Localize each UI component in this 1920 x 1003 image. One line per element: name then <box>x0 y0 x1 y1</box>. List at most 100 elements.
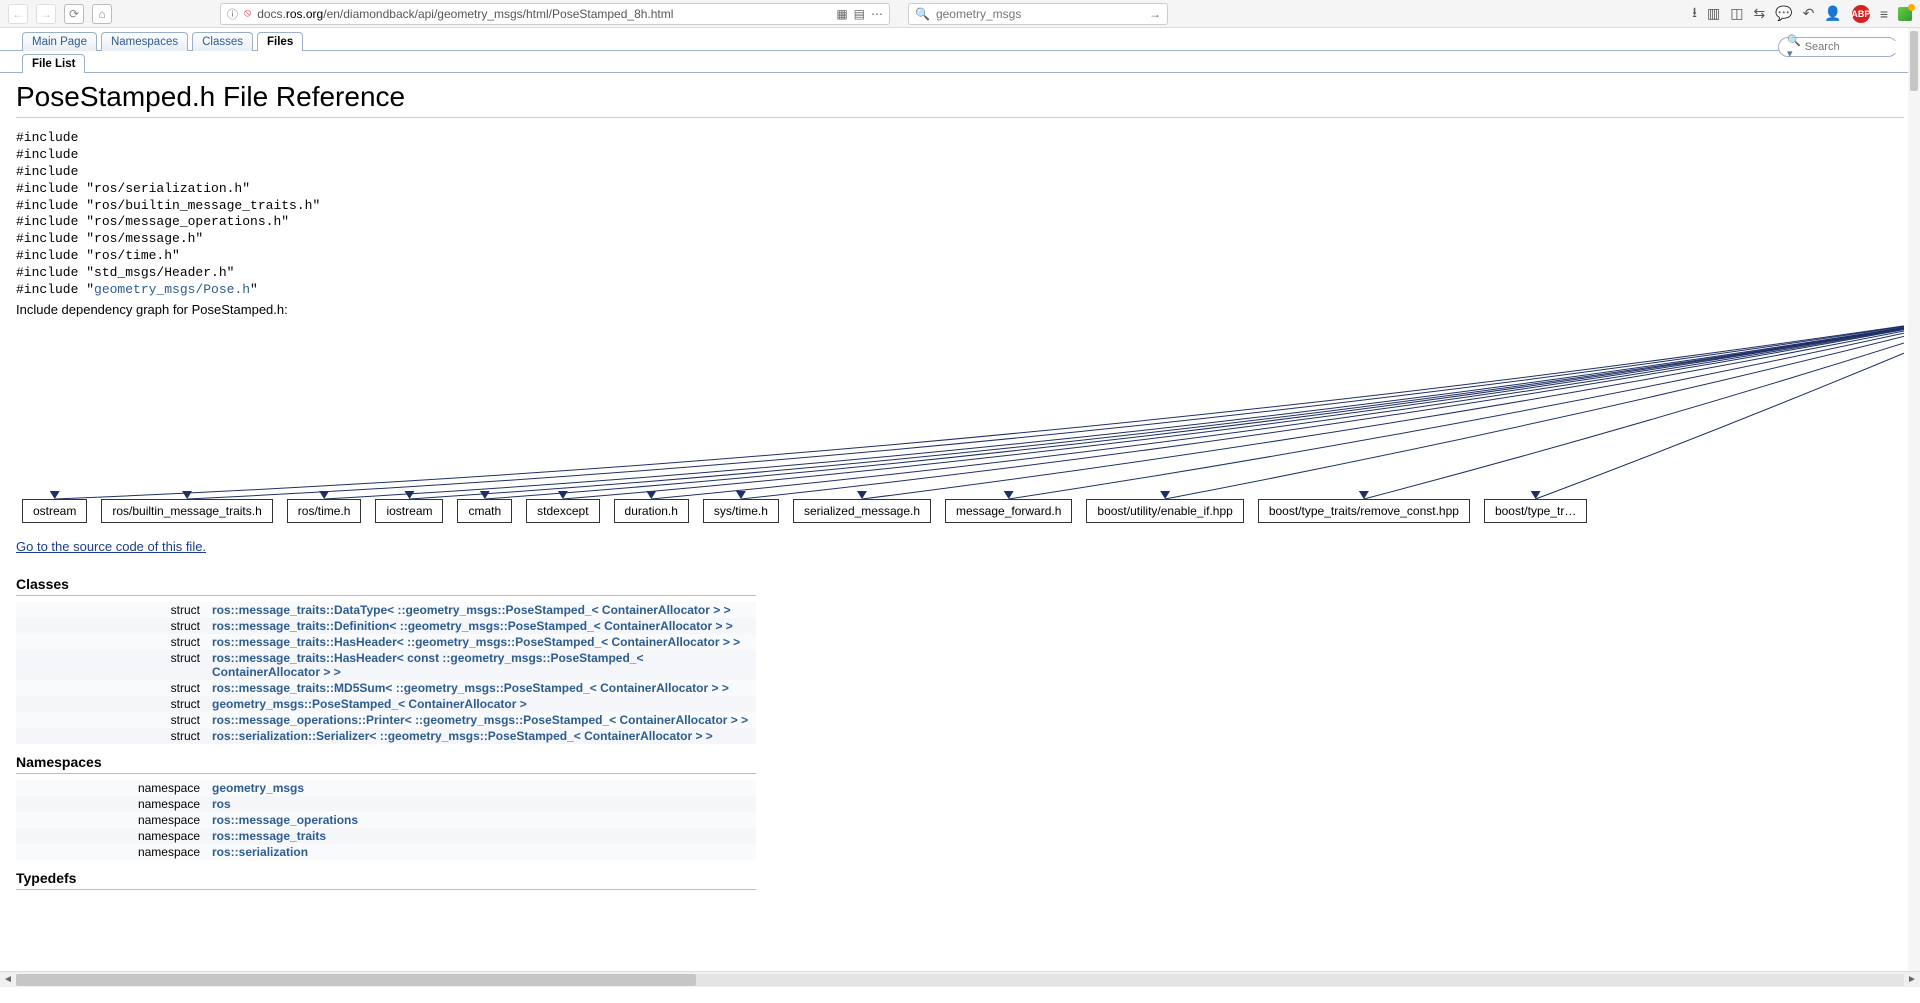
row-kind: struct <box>16 728 206 744</box>
qr-icon[interactable]: ▦ <box>836 7 847 21</box>
row-kind: struct <box>16 650 206 680</box>
dep-node: serialized_message.h <box>793 499 931 523</box>
row-kind: namespace <box>16 796 206 812</box>
row-kind: struct <box>16 680 206 696</box>
content: Main PageNamespacesClassesFiles 🔍▾ File … <box>0 32 1920 890</box>
home-button[interactable]: ⌂ <box>92 4 112 24</box>
more-icon[interactable]: ⋯ <box>871 7 883 21</box>
undo-icon[interactable]: ↶ <box>1803 5 1815 22</box>
reader-icon[interactable]: ▤ <box>854 7 865 21</box>
blocked-icon: ⦸ <box>244 7 251 20</box>
table-row: struct ros::serialization::Serializer< ::… <box>16 728 756 744</box>
forward-button[interactable]: → <box>36 4 56 24</box>
sidebar-icon[interactable]: ◫ <box>1730 5 1743 22</box>
scroll-thumb[interactable] <box>16 974 696 986</box>
row-link[interactable]: ros::serialization <box>212 845 308 859</box>
tab-classes[interactable]: Classes <box>192 32 253 51</box>
dep-node: boost/utility/enable_if.hpp <box>1086 499 1243 523</box>
doc-search[interactable]: 🔍▾ <box>1778 37 1898 57</box>
browser-toolbar: ← → ⟳ ⌂ ⓘ ⦸ docs.ros.org/en/diamondback/… <box>0 0 1920 28</box>
row-link[interactable]: ros::serialization::Serializer< ::geomet… <box>212 729 713 743</box>
table-row: structros::message_traits::HasHeader< co… <box>16 650 756 680</box>
row-kind: namespace <box>16 812 206 828</box>
table-row: struct ros::message_operations::Printer< … <box>16 712 756 728</box>
row-link[interactable]: ros <box>212 797 231 811</box>
dependency-graph: ostreamros/builtin_message_traits.hros/t… <box>16 321 1904 531</box>
typedefs-heading: Typedefs <box>16 870 756 890</box>
row-link[interactable]: ros::message_traits::DataType< ::geometr… <box>212 603 731 617</box>
horizontal-scrollbar[interactable]: ◄ ► <box>0 971 1920 987</box>
row-link[interactable]: ros::message_traits <box>212 829 326 843</box>
tabs-sub: File List <box>22 54 1920 73</box>
abp-icon[interactable]: ABP <box>1852 5 1870 23</box>
table-row: namespace ros::message_operations <box>16 812 756 828</box>
dep-node: duration.h <box>614 499 689 523</box>
includes-block: #include #include #include #include "ros… <box>16 130 1904 299</box>
browser-search[interactable]: 🔍 → <box>908 3 1168 25</box>
search-icon: 🔍▾ <box>1787 34 1801 60</box>
tab-main-page[interactable]: Main Page <box>22 32 97 51</box>
dep-node: sys/time.h <box>703 499 779 523</box>
row-link[interactable]: geometry_msgs <box>212 781 304 795</box>
row-link[interactable]: ros::message_traits::MD5Sum< ::geometry_… <box>212 681 729 695</box>
tab-files[interactable]: Files <box>257 32 303 51</box>
vertical-scrollbar[interactable] <box>1908 28 1920 971</box>
row-kind: namespace <box>16 828 206 844</box>
download-icon[interactable]: ⭳ <box>1692 2 1697 26</box>
shield-icon: ⓘ <box>227 6 238 22</box>
table-row: namespace ros::serialization <box>16 844 756 860</box>
row-link[interactable]: geometry_msgs::PoseStamped_< ContainerAl… <box>212 697 527 711</box>
row-kind: namespace <box>16 844 206 860</box>
namespaces-heading: Namespaces <box>16 754 756 774</box>
row-link[interactable]: ros::message_traits::Definition< ::geome… <box>212 619 733 633</box>
row-kind: struct <box>16 618 206 634</box>
library-icon[interactable]: ▥ <box>1707 5 1720 22</box>
go-icon[interactable]: → <box>1149 7 1161 21</box>
row-link[interactable]: ros::message_operations::Printer< ::geom… <box>212 713 748 727</box>
include-link[interactable]: geometry_msgs/Pose.h <box>94 282 250 297</box>
scroll-right-icon[interactable]: ► <box>1904 974 1920 985</box>
dep-node: message_forward.h <box>945 499 1072 523</box>
viewport: Main PageNamespacesClassesFiles 🔍▾ File … <box>0 28 1920 987</box>
row-link[interactable]: ros::message_operations <box>212 813 358 827</box>
dep-node: ostream <box>22 499 87 523</box>
row-kind: struct <box>16 696 206 712</box>
url-bar[interactable]: ⓘ ⦸ docs.ros.org/en/diamondback/api/geom… <box>220 3 890 25</box>
dep-node: iostream <box>375 499 443 523</box>
search-icon: 🔍 <box>915 7 930 21</box>
namespaces-table: namespacegeometry_msgsnamespacerosnamesp… <box>16 780 756 860</box>
extension-icon[interactable] <box>1898 7 1912 21</box>
row-link[interactable]: ros::message_traits::HasHeader< const ::… <box>212 651 644 679</box>
table-row: struct ros::message_traits::Definition< :… <box>16 618 756 634</box>
row-kind: struct <box>16 712 206 728</box>
search-input[interactable] <box>936 7 1143 21</box>
dep-caption: Include dependency graph for PoseStamped… <box>16 302 1904 317</box>
tab-namespaces[interactable]: Namespaces <box>101 32 188 51</box>
url-text: docs.ros.org/en/diamondback/api/geometry… <box>257 7 824 21</box>
table-row: struct geometry_msgs::PoseStamped_< Conta… <box>16 696 756 712</box>
table-row: struct ros::message_traits::DataType< ::g… <box>16 602 756 618</box>
doc-search-input[interactable] <box>1805 41 1920 53</box>
back-button[interactable]: ← <box>8 4 28 24</box>
sync-icon[interactable]: ⇆ <box>1753 5 1765 22</box>
account-icon[interactable]: 👤 <box>1824 5 1841 22</box>
dep-node: boost/type_traits/remove_const.hpp <box>1258 499 1470 523</box>
dep-node: cmath <box>457 499 512 523</box>
classes-table: struct ros::message_traits::DataType< ::g… <box>16 602 756 744</box>
chat-icon[interactable]: 💬 <box>1775 5 1792 22</box>
row-link[interactable]: ros::message_traits::HasHeader< ::geomet… <box>212 635 740 649</box>
table-row: struct ros::message_traits::MD5Sum< ::geo… <box>16 680 756 696</box>
menu-icon[interactable]: ≡ <box>1880 6 1888 22</box>
table-row: namespace ros::message_traits <box>16 828 756 844</box>
scroll-left-icon[interactable]: ◄ <box>0 974 16 985</box>
page-body: PoseStamped.h File Reference #include #i… <box>0 73 1920 890</box>
row-kind: struct <box>16 602 206 618</box>
dep-node: ros/builtin_message_traits.h <box>101 499 272 523</box>
table-row: namespace ros <box>16 796 756 812</box>
dep-node: boost/type_tr… <box>1484 499 1587 523</box>
subtab-file-list[interactable]: File List <box>22 54 85 73</box>
source-link[interactable]: Go to the source code of this file. <box>16 539 206 554</box>
reload-button[interactable]: ⟳ <box>64 4 84 24</box>
row-kind: struct <box>16 634 206 650</box>
table-row: namespacegeometry_msgs <box>16 780 756 796</box>
